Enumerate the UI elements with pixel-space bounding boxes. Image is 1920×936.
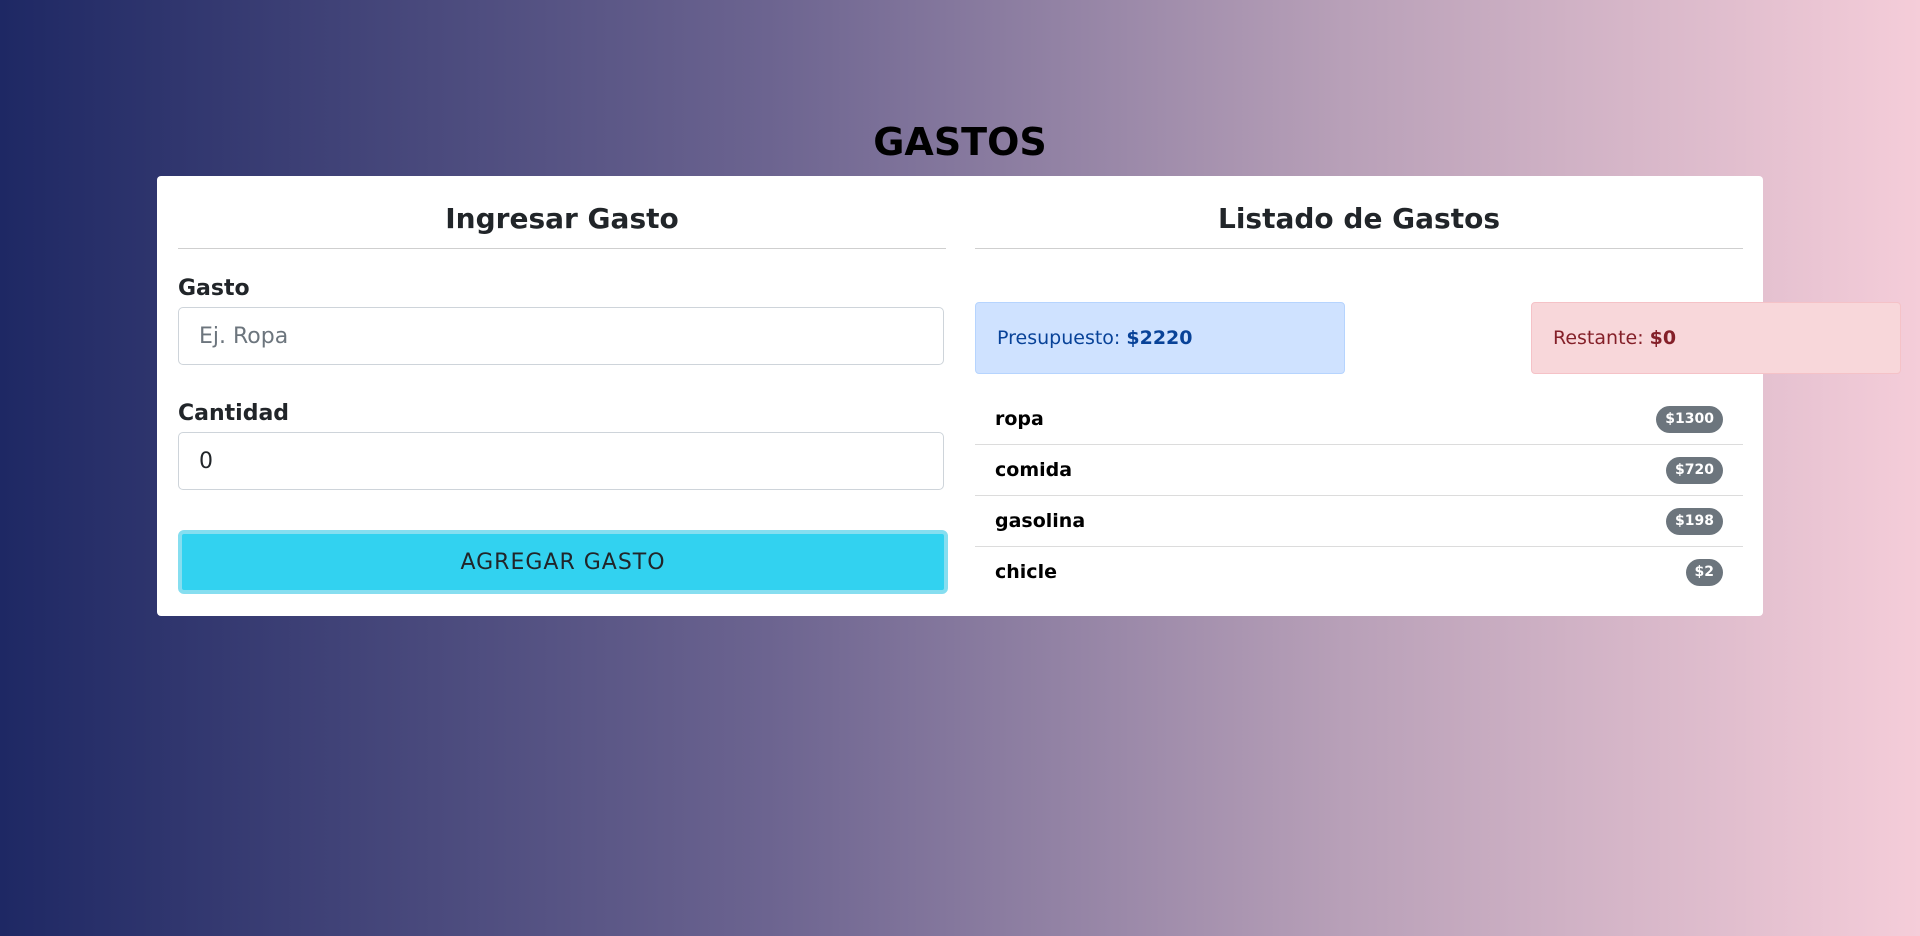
item-name: chicle: [995, 561, 1057, 583]
remaining-label: Restante:: [1553, 327, 1644, 349]
amount-input[interactable]: [178, 432, 944, 490]
list-item: gasolina $198: [975, 496, 1743, 547]
list-item: chicle $2: [975, 547, 1743, 598]
add-expense-button[interactable]: AGREGAR GASTO: [178, 530, 948, 594]
budget-label: Presupuesto:: [997, 327, 1121, 349]
expense-list: ropa $1300 comida $720 gasolina $198 chi…: [975, 394, 1743, 598]
budget-alert: Presupuesto: $2220: [975, 302, 1345, 374]
amount-label: Cantidad: [178, 401, 290, 426]
amount-badge: $2: [1685, 559, 1723, 586]
expense-input[interactable]: [178, 307, 944, 365]
budget-value: $2220: [1126, 327, 1193, 349]
page-title: GASTOS: [873, 120, 1047, 164]
amount-badge: $1300: [1656, 406, 1723, 433]
expense-label: Gasto: [178, 276, 250, 301]
expense-form: Ingresar Gasto Gasto Cantidad AGREGAR GA…: [178, 176, 948, 594]
item-name: ropa: [995, 408, 1044, 430]
amount-badge: $198: [1666, 508, 1723, 535]
item-name: comida: [995, 459, 1073, 481]
amount-badge: $720: [1666, 457, 1723, 484]
form-title: Ingresar Gasto: [178, 176, 946, 249]
list-item: comida $720: [975, 445, 1743, 496]
expense-listing: Listado de Gastos Presupuesto: $2220 Res…: [975, 176, 1901, 586]
remaining-value: $0: [1649, 327, 1677, 349]
page: { "page": { "title": "GASTOS" }, "form":…: [0, 0, 1920, 936]
remaining-alert: Restante: $0: [1531, 302, 1901, 374]
listing-title: Listado de Gastos: [975, 176, 1743, 249]
item-name: gasolina: [995, 510, 1086, 532]
list-item: ropa $1300: [975, 394, 1743, 445]
main-card: Ingresar Gasto Gasto Cantidad AGREGAR GA…: [157, 176, 1901, 616]
